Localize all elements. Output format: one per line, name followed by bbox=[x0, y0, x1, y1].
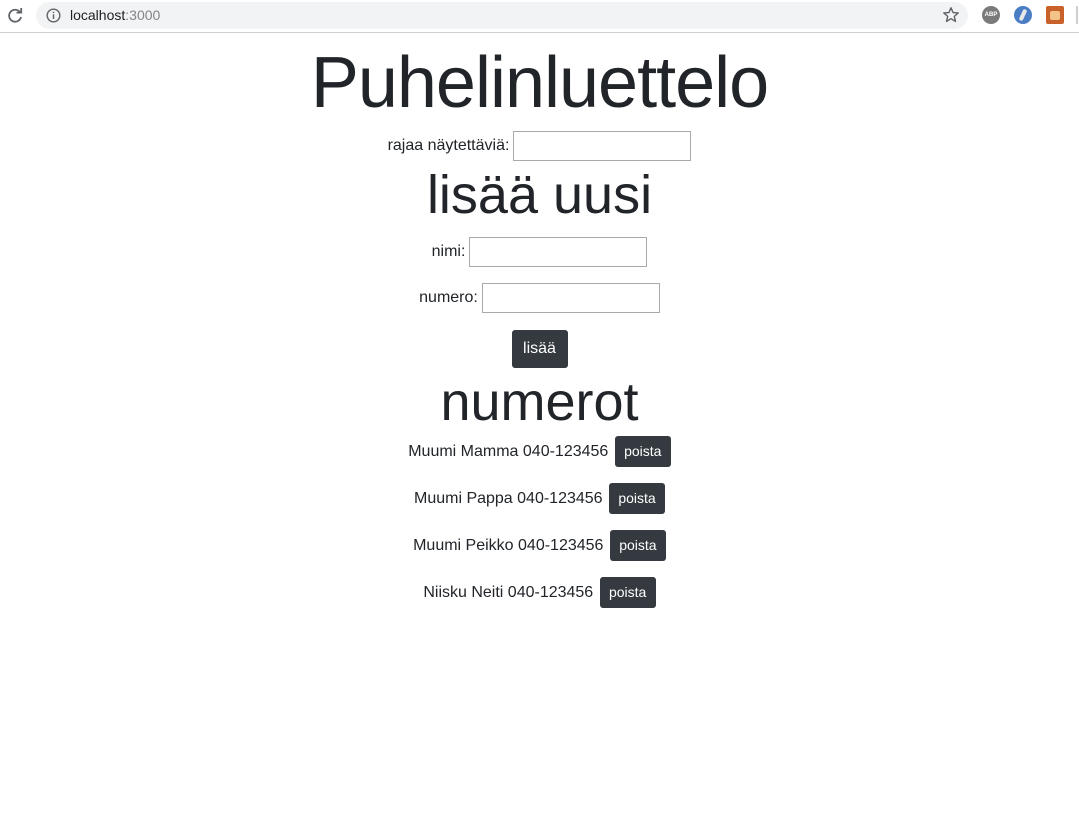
url-host: localhost bbox=[70, 7, 126, 23]
browser-toolbar: localhost:3000 ABP bbox=[0, 0, 1079, 33]
entry-text: Muumi Mamma 040-123456 bbox=[408, 442, 609, 460]
fox-extension-icon[interactable] bbox=[1046, 6, 1064, 24]
bookmark-star-icon[interactable] bbox=[942, 6, 960, 24]
adblock-extension-icon[interactable]: ABP bbox=[982, 6, 1000, 24]
phonebook-app: Puhelinluettelo rajaa näytettäviä: lisää… bbox=[0, 47, 1079, 608]
toolbar-edge bbox=[1076, 6, 1078, 24]
entry-text: Muumi Pappa 040-123456 bbox=[413, 489, 603, 507]
delete-button[interactable]: poista bbox=[614, 435, 671, 467]
add-section-title: lisää uusi bbox=[426, 165, 653, 226]
list-item: Muumi Mamma 040-123456 poista bbox=[0, 435, 1079, 467]
url-port: :3000 bbox=[125, 7, 161, 23]
address-bar[interactable]: localhost:3000 bbox=[36, 2, 968, 29]
delete-button[interactable]: poista bbox=[609, 529, 666, 561]
info-icon[interactable] bbox=[46, 8, 61, 23]
name-label: nimi: bbox=[431, 243, 466, 261]
list-item: Niisku Neiti 040-123456 poista bbox=[0, 576, 1079, 608]
add-button[interactable]: lisää bbox=[511, 329, 568, 368]
number-input[interactable] bbox=[481, 283, 660, 314]
delete-button[interactable]: poista bbox=[609, 482, 666, 514]
page-title: Puhelinluettelo bbox=[310, 43, 769, 123]
globe-extension-icon[interactable] bbox=[1014, 6, 1032, 24]
entries-list: Muumi Mamma 040-123456 poista Muumi Papp… bbox=[0, 435, 1079, 608]
name-row: nimi: bbox=[0, 237, 1079, 268]
filter-input[interactable] bbox=[513, 131, 692, 161]
name-input[interactable] bbox=[469, 237, 648, 268]
reload-icon[interactable] bbox=[6, 7, 24, 25]
url-text[interactable]: localhost:3000 bbox=[70, 7, 160, 24]
list-item: Muumi Peikko 040-123456 poista bbox=[0, 529, 1079, 561]
numbers-section-title: numerot bbox=[440, 371, 639, 432]
entry-text: Muumi Peikko 040-123456 bbox=[413, 536, 604, 554]
number-row: numero: bbox=[0, 283, 1079, 314]
number-label: numero: bbox=[419, 289, 478, 307]
delete-button[interactable]: poista bbox=[599, 576, 656, 608]
list-item: Muumi Pappa 040-123456 poista bbox=[0, 482, 1079, 514]
entry-text: Niisku Neiti 040-123456 bbox=[423, 583, 594, 601]
filter-row: rajaa näytettäviä: bbox=[0, 131, 1079, 161]
filter-label: rajaa näytettäviä: bbox=[387, 137, 510, 155]
